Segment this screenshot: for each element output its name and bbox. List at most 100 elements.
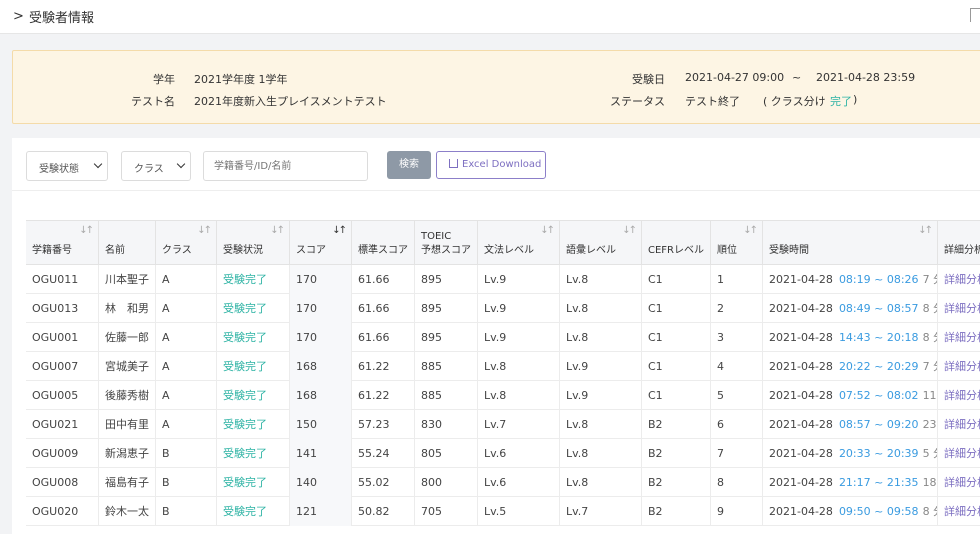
cell-status[interactable]: 受験完了 <box>217 497 290 526</box>
detail-analysis-link[interactable]: 詳細分析 <box>938 294 980 323</box>
cell-status[interactable]: 受験完了 <box>217 410 290 439</box>
column-header-status-label: 受験状況 <box>223 245 263 256</box>
cell-cefr: B2 <box>642 410 711 439</box>
table-row: OGU008 福島有子 B 受験完了 140 55.02 800 Lv.6 Lv.8 B2 8 202… <box>26 468 980 497</box>
cell-time: 2021-04-28 20:22 ~ 20:297 分 <box>763 352 938 381</box>
cell-status[interactable]: 受験完了 <box>217 265 290 294</box>
column-header-score-label: スコア <box>296 245 326 256</box>
cell-status[interactable]: 受験完了 <box>217 439 290 468</box>
cell-vocab: Lv.8 <box>560 410 642 439</box>
column-header-status[interactable]: 受験状況 ↓↑ <box>217 221 290 266</box>
cell-id: OGU011 <box>26 265 99 294</box>
detail-analysis-link[interactable]: 詳細分析 <box>938 265 980 294</box>
column-header-detail-label: 詳細分析 <box>944 245 980 256</box>
detail-analysis-link[interactable]: 詳細分析 <box>938 323 980 352</box>
cell-grammar: Lv.9 <box>478 323 560 352</box>
exam-status-select[interactable]: 受験状態 <box>26 151 108 181</box>
column-header-id[interactable]: 学籍番号 ↓↑ <box>26 221 99 266</box>
cell-cefr: B2 <box>642 497 711 526</box>
cell-class: A <box>156 410 217 439</box>
time-date: 2021-04-28 <box>769 273 833 286</box>
time-duration: 8 分 <box>922 331 937 344</box>
column-header-name-label: 名前 <box>105 245 125 256</box>
search-button[interactable]: 検索 <box>387 151 431 179</box>
time-duration: 8 分 <box>922 302 937 315</box>
time-range: 08:19 ~ 08:26 <box>838 273 919 286</box>
column-header-time[interactable]: 受験時間 ↓↑ <box>763 221 938 266</box>
column-header-std-score-label: 標準スコア <box>358 245 408 256</box>
time-range: 14:43 ~ 20:18 <box>838 331 919 344</box>
sort-icon[interactable]: ↓↑ <box>918 225 933 236</box>
detail-analysis-link[interactable]: 詳細分析 <box>938 352 980 381</box>
cell-grammar: Lv.6 <box>478 439 560 468</box>
cell-time: 2021-04-28 08:57 ~ 09:2023 分 <box>763 410 938 439</box>
cell-std: 50.82 <box>352 497 415 526</box>
cell-name: 川本聖子 <box>99 265 156 294</box>
time-range: 09:50 ~ 09:58 <box>838 505 919 518</box>
cell-rank: 7 <box>711 439 763 468</box>
cell-status[interactable]: 受験完了 <box>217 294 290 323</box>
cell-status[interactable]: 受験完了 <box>217 352 290 381</box>
column-header-grammar[interactable]: 文法レベル ↓↑ <box>478 221 560 266</box>
detail-analysis-link[interactable]: 詳細分析 <box>938 410 980 439</box>
cell-id: OGU013 <box>26 294 99 323</box>
sort-active-icon[interactable]: ↓↑ <box>332 225 347 236</box>
sort-icon[interactable]: ↓↑ <box>540 225 555 236</box>
sort-icon[interactable]: ↓↑ <box>270 225 285 236</box>
cell-name: 鈴木一太 <box>99 497 156 526</box>
column-header-vocab-label: 語彙レベル <box>566 245 616 256</box>
cell-vocab: Lv.8 <box>560 468 642 497</box>
test-date-separator: ~ <box>792 71 802 84</box>
column-header-time-label: 受験時間 <box>769 245 809 256</box>
chevron-right-icon[interactable]: > <box>13 9 24 24</box>
column-header-rank[interactable]: 順位 ↓↑ <box>711 221 763 266</box>
column-header-class[interactable]: クラス ↓↑ <box>156 221 217 266</box>
cell-status[interactable]: 受験完了 <box>217 381 290 410</box>
detail-analysis-link[interactable]: 詳細分析 <box>938 468 980 497</box>
cell-rank: 9 <box>711 497 763 526</box>
cell-time: 2021-04-28 07:52 ~ 08:0211 分 <box>763 381 938 410</box>
search-input[interactable] <box>203 151 368 181</box>
table-row: OGU021 田中有里 A 受験完了 150 57.23 830 Lv.7 Lv.8 B2 6 202… <box>26 410 980 439</box>
sort-icon[interactable]: ↓↑ <box>622 225 637 236</box>
column-header-score[interactable]: スコア ↓↑ <box>290 221 352 266</box>
grade-value: 2021学年度 1学年 <box>194 73 288 86</box>
time-duration: 8 分 <box>922 505 937 518</box>
cell-time: 2021-04-28 08:19 ~ 08:267 分 <box>763 265 938 294</box>
cell-cefr: C1 <box>642 294 711 323</box>
detail-analysis-link[interactable]: 詳細分析 <box>938 381 980 410</box>
cell-id: OGU020 <box>26 497 99 526</box>
time-range: 08:57 ~ 09:20 <box>838 418 919 431</box>
time-duration: 7 分 <box>922 360 937 373</box>
cell-grammar: Lv.5 <box>478 497 560 526</box>
cell-time: 2021-04-28 20:33 ~ 20:395 分 <box>763 439 938 468</box>
column-header-toeic-line1: TOEIC <box>421 231 452 242</box>
cell-cefr: C1 <box>642 352 711 381</box>
excel-download-button[interactable]: Excel Download <box>436 151 546 179</box>
page-title: 受験者情報 <box>29 11 95 26</box>
class-select[interactable]: クラス <box>121 151 191 181</box>
class-assign-link[interactable]: 完了 <box>830 93 852 109</box>
cell-score: 170 <box>290 265 352 294</box>
cell-class: A <box>156 381 217 410</box>
cell-status[interactable]: 受験完了 <box>217 468 290 497</box>
cell-name: 新潟恵子 <box>99 439 156 468</box>
sort-icon[interactable]: ↓↑ <box>79 225 94 236</box>
cell-cefr: C1 <box>642 323 711 352</box>
fullscreen-icon[interactable] <box>970 8 980 22</box>
cell-id: OGU005 <box>26 381 99 410</box>
cell-name: 佐藤一郎 <box>99 323 156 352</box>
cell-std: 55.02 <box>352 468 415 497</box>
column-header-id-label: 学籍番号 <box>32 245 72 256</box>
cell-vocab: Lv.9 <box>560 352 642 381</box>
time-range: 20:22 ~ 20:29 <box>838 360 919 373</box>
detail-analysis-link[interactable]: 詳細分析 <box>938 497 980 526</box>
column-header-vocab[interactable]: 語彙レベル ↓↑ <box>560 221 642 266</box>
sort-icon[interactable]: ↓↑ <box>743 225 758 236</box>
cell-id: OGU009 <box>26 439 99 468</box>
cell-status[interactable]: 受験完了 <box>217 323 290 352</box>
grade-label: 学年 <box>153 73 175 86</box>
time-range: 20:33 ~ 20:39 <box>838 447 919 460</box>
detail-analysis-link[interactable]: 詳細分析 <box>938 439 980 468</box>
sort-icon[interactable]: ↓↑ <box>197 225 212 236</box>
